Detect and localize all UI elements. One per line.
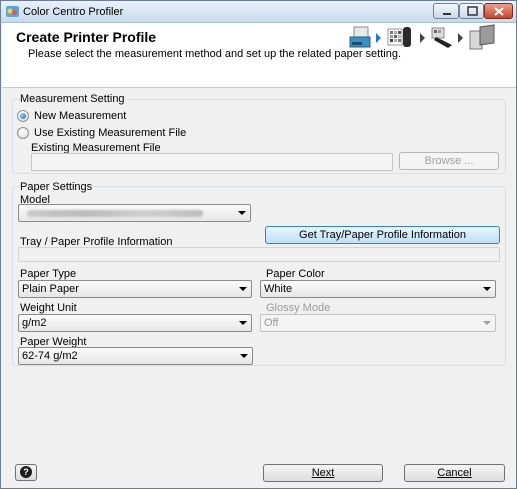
existing-file-field[interactable]	[31, 153, 393, 171]
page-subtitle: Please select the measurement method and…	[28, 48, 402, 60]
profile-step-icon	[469, 24, 495, 50]
minimize-button[interactable]	[433, 3, 459, 19]
next-button[interactable]: Next	[263, 464, 383, 482]
dropdown-arrow-icon	[238, 211, 246, 215]
weight-unit-value: g/m2	[22, 317, 47, 329]
dropdown-arrow-icon	[240, 354, 248, 358]
paper-type-select[interactable]: Plain Paper	[18, 280, 252, 298]
help-button[interactable]: ?	[15, 464, 37, 481]
app-icon	[6, 6, 19, 17]
weight-unit-select[interactable]: g/m2	[18, 314, 252, 332]
help-icon: ?	[20, 466, 32, 478]
page-title: Create Printer Profile	[16, 29, 157, 45]
minimize-icon	[443, 13, 451, 15]
paper-weight-value: 62-74 g/m2	[22, 350, 78, 362]
measure-step-icon	[431, 27, 452, 48]
step-arrow-icon	[458, 33, 463, 43]
paper-type-label: Paper Type	[20, 268, 77, 280]
glossy-mode-value: Off	[264, 317, 279, 329]
paper-type-value: Plain Paper	[22, 283, 79, 295]
paper-weight-select[interactable]: 62-74 g/m2	[18, 347, 253, 365]
cancel-button[interactable]: Cancel	[404, 464, 505, 482]
title-bar[interactable]: Color Centro Profiler	[1, 1, 516, 23]
dropdown-arrow-icon	[239, 287, 247, 291]
new-measurement-label[interactable]: New Measurement	[34, 110, 126, 122]
paper-color-select[interactable]: White	[260, 280, 496, 298]
model-value-redacted	[27, 210, 203, 217]
glossy-mode-label: Glossy Mode	[266, 302, 331, 314]
chart-step-icon	[387, 27, 411, 47]
weight-unit-label: Weight Unit	[20, 302, 77, 314]
profiler-window: Color Centro Profiler Create Printer Pro…	[0, 0, 517, 489]
wizard-header: Create Printer Profile Please select the…	[2, 23, 516, 88]
tray-info-field	[18, 247, 500, 262]
paper-color-value: White	[264, 283, 293, 295]
measurement-setting-label: Measurement Setting	[20, 93, 127, 105]
step-arrow-icon	[420, 33, 425, 43]
existing-measurement-label[interactable]: Use Existing Measurement File	[34, 127, 186, 139]
printer-step-icon	[349, 26, 371, 48]
paper-color-label: Paper Color	[266, 268, 325, 280]
maximize-button[interactable]	[459, 3, 484, 19]
step-arrow-icon	[376, 33, 381, 43]
wizard-steps	[349, 24, 495, 50]
model-select[interactable]	[18, 204, 251, 222]
dropdown-arrow-icon	[239, 321, 247, 325]
dropdown-arrow-icon	[483, 287, 491, 291]
existing-measurement-radio[interactable]	[17, 127, 29, 139]
get-tray-info-button[interactable]: Get Tray/Paper Profile Information	[265, 226, 500, 244]
close-icon	[494, 7, 504, 16]
new-measurement-radio[interactable]	[17, 110, 29, 122]
browse-button[interactable]: Browse ...	[399, 152, 499, 170]
dropdown-arrow-icon	[483, 321, 491, 325]
glossy-mode-select[interactable]: Off	[260, 314, 496, 332]
maximize-icon	[467, 6, 478, 16]
close-button[interactable]	[484, 3, 513, 19]
paper-settings-label: Paper Settings	[20, 181, 95, 193]
window-title: Color Centro Profiler	[23, 6, 124, 18]
